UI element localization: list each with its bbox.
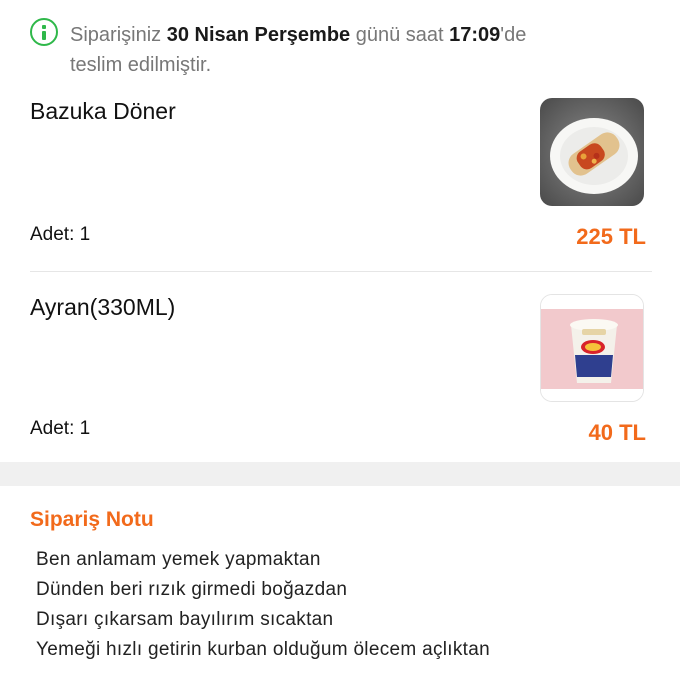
order-note-line: Dünden beri rızık girmedi boğazdan bbox=[36, 579, 348, 600]
order-item: Bazuka Döner Adet: 1 225 TL bbox=[30, 98, 650, 258]
section-separator bbox=[0, 462, 680, 486]
item-name: Ayran(330ML) bbox=[30, 294, 176, 320]
order-note-text: Ben anlamam yemek yapmaktan Dünden beri … bbox=[36, 545, 490, 665]
order-note-title: Sipariş Notu bbox=[30, 508, 154, 531]
order-note-line: Ben anlamam yemek yapmaktan bbox=[36, 549, 321, 570]
order-item: Ayran(330ML) Adet: 1 40 TL bbox=[30, 294, 650, 454]
order-note-line: Yemeği hızlı getirin kurban olduğum ölec… bbox=[36, 639, 490, 660]
item-quantity: Adet: 1 bbox=[30, 418, 91, 439]
item-divider bbox=[30, 271, 652, 272]
ayran-cup-photo bbox=[540, 294, 644, 402]
info-circle-icon bbox=[30, 18, 58, 46]
delivery-status-text: Siparişiniz 30 Nisan Perşembe günü saat … bbox=[70, 24, 527, 76]
item-price: 225 TL bbox=[576, 224, 646, 249]
item-price: 40 TL bbox=[588, 420, 646, 445]
item-quantity: Adet: 1 bbox=[30, 224, 91, 245]
item-name: Bazuka Döner bbox=[30, 98, 176, 124]
doner-wrap-photo bbox=[540, 98, 644, 206]
order-note-line: Dışarı çıkarsam bayılırım sıcaktan bbox=[36, 609, 334, 630]
